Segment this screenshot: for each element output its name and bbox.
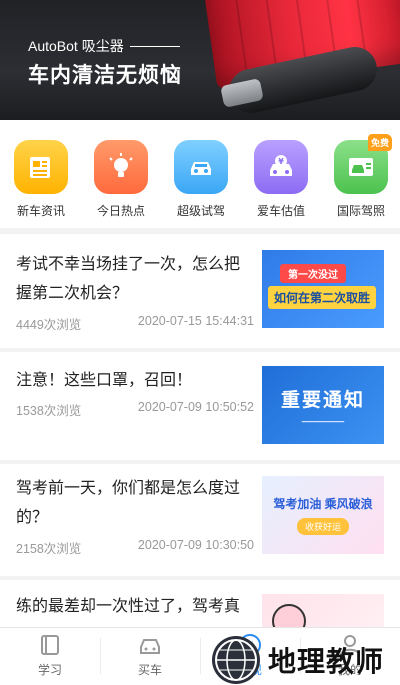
- banner-brand-text: AutoBot 吸尘器: [28, 38, 124, 54]
- news-title: 练的最差却一次性过了，驾考真: [16, 598, 241, 615]
- thumb-ribbon: 第一次没过: [280, 264, 346, 283]
- category-international-license[interactable]: 免费 国际驾照: [333, 134, 392, 228]
- banner-text: AutoBot 吸尘器 车内清洁无烦恼: [28, 36, 182, 89]
- watermark-text: 地理教师: [268, 646, 385, 677]
- banner-divider: [129, 45, 180, 47]
- tab-label: 学习: [37, 663, 62, 677]
- category-new-car-news[interactable]: 新车资讯: [13, 140, 69, 228]
- thumb-headline: 驾考加油 乘风破浪: [273, 497, 373, 511]
- category-today-hot[interactable]: 今日热点: [93, 140, 149, 228]
- car-icon: [174, 140, 228, 194]
- tab-divider: [100, 638, 101, 674]
- category-super-test-drive[interactable]: 超级试驾: [173, 140, 229, 228]
- lightbulb-icon: [94, 140, 148, 194]
- thumb-headline: 重要通知: [280, 389, 365, 411]
- free-badge: 免费: [367, 134, 392, 151]
- news-date: 2020-07-09 10:30:50: [137, 538, 254, 552]
- category-label: 国际驾照: [336, 204, 385, 218]
- promo-banner[interactable]: AutoBot 吸尘器 车内清洁无烦恼: [0, 0, 400, 120]
- list-item[interactable]: 注意！这些口罩，召回！ 1538次浏览 2020-07-09 10:50:52 …: [0, 352, 400, 460]
- news-title: 驾考前一天，你们都是怎么度过的？: [16, 480, 241, 526]
- news-thumbnail: 驾考加油 乘风破浪 收获好运: [262, 476, 384, 554]
- category-label: 超级试驾: [176, 204, 225, 218]
- news-thumbnail: 重要通知 ━━━━━━━━━━: [262, 366, 384, 444]
- banner-slogan: 车内清洁无烦恼: [28, 64, 182, 87]
- banner-brand: AutoBot 吸尘器: [28, 36, 182, 56]
- watermark: 地理教师: [212, 636, 384, 684]
- globe-logo-icon: [212, 636, 260, 684]
- category-car-valuation[interactable]: ¥ 爱车估值: [253, 140, 309, 228]
- news-thumbnail: 第一次没过 如何在第二次取胜: [262, 250, 384, 328]
- news-date: 2020-07-09 10:50:52: [137, 400, 254, 414]
- news-views: 1538次浏览: [16, 404, 82, 418]
- tab-label: 买车: [137, 663, 162, 677]
- thumb-headline: 如何在第二次取胜: [268, 286, 377, 309]
- news-title: 考试不幸当场挂了一次，怎么把握第二次机会？: [16, 256, 241, 302]
- thumb-subline: ━━━━━━━━━━: [301, 418, 345, 426]
- tab-study[interactable]: 学习: [0, 628, 100, 685]
- tab-buy-car[interactable]: 买车: [100, 628, 200, 685]
- news-document-icon: [14, 140, 68, 194]
- category-label: 今日热点: [96, 204, 145, 218]
- category-label: 爱车估值: [256, 204, 305, 218]
- category-label: 新车资讯: [16, 204, 65, 218]
- car-yen-icon: ¥: [254, 140, 308, 194]
- news-views: 2158次浏览: [16, 542, 82, 556]
- list-item[interactable]: 考试不幸当场挂了一次，怎么把握第二次机会？ 4449次浏览 2020-07-15…: [0, 234, 400, 348]
- list-item[interactable]: 驾考前一天，你们都是怎么度过的？ 2158次浏览 2020-07-09 10:3…: [0, 464, 400, 576]
- car-outline-icon: [140, 639, 160, 654]
- news-date: 2020-07-15 15:44:31: [137, 314, 254, 328]
- news-views: 4449次浏览: [16, 318, 82, 332]
- license-card-icon: 免费: [334, 134, 392, 194]
- category-grid: 新车资讯 今日热点 超级试驾 ¥ 爱车估值 免费 国际驾照: [0, 120, 400, 228]
- thumb-button: 收获好运: [296, 518, 349, 535]
- svg-text:¥: ¥: [278, 157, 284, 166]
- news-title: 注意！这些口罩，召回！: [16, 372, 193, 389]
- book-icon: [41, 635, 59, 655]
- tab-divider: [200, 638, 201, 674]
